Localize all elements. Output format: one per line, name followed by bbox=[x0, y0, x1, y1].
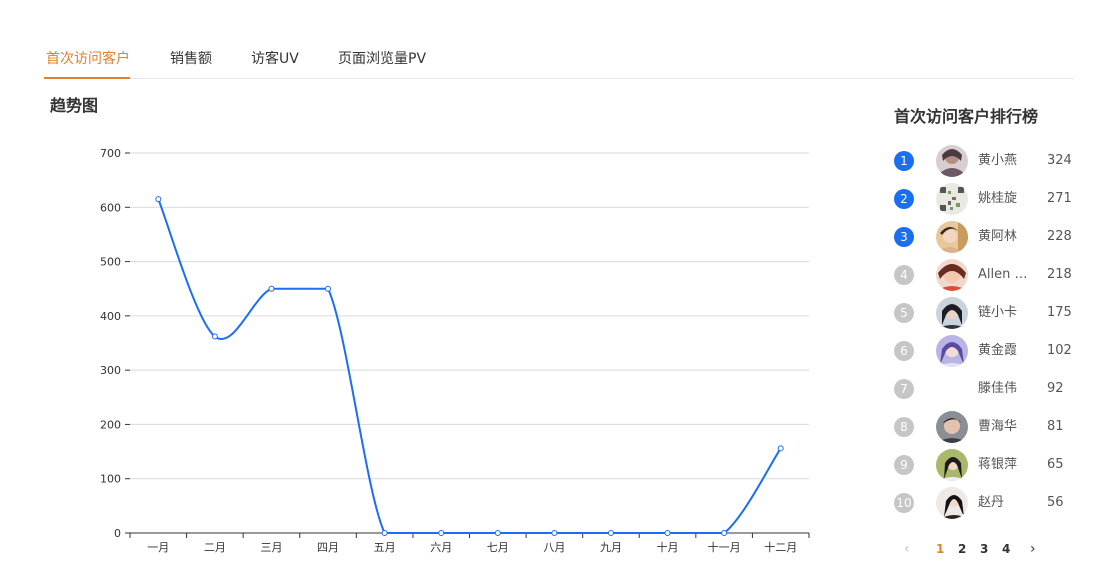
ranking-row[interactable]: 4 Allen … 218 bbox=[894, 256, 1084, 294]
data-point bbox=[211, 333, 218, 340]
visit-count: 175 bbox=[1047, 305, 1072, 320]
ranking-list: 1 黄小燕 324 2 姚桂旋 271 3 黄阿林 228 4 Allen … … bbox=[894, 142, 1084, 522]
avatar bbox=[936, 259, 968, 291]
x-tick-label: 九月 bbox=[600, 541, 622, 554]
customer-name: 黄小燕 bbox=[978, 153, 1018, 168]
page-3[interactable]: 3 bbox=[980, 541, 988, 557]
rank-number-badge: 10 bbox=[894, 493, 914, 513]
customer-name: 黄金霞 bbox=[978, 343, 1018, 358]
ranking-title: 首次访问客户排行榜 bbox=[894, 107, 1039, 126]
visit-count: 324 bbox=[1047, 153, 1072, 168]
rank-number-badge: 8 bbox=[894, 417, 914, 437]
data-point bbox=[721, 530, 728, 536]
ranking-row[interactable]: 3 黄阿林 228 bbox=[894, 218, 1084, 256]
data-point bbox=[494, 530, 501, 536]
x-tick-label: 一月 bbox=[147, 541, 169, 554]
visit-count: 56 bbox=[1047, 495, 1064, 510]
ranking-row[interactable]: 2 姚桂旋 271 bbox=[894, 180, 1084, 218]
visit-count: 92 bbox=[1047, 381, 1064, 396]
customer-name: 黄阿林 bbox=[978, 229, 1018, 244]
rank-number-badge: 5 bbox=[894, 303, 914, 323]
y-tick-label: 100 bbox=[100, 473, 121, 486]
y-tick-label: 400 bbox=[100, 310, 121, 323]
y-tick-label: 600 bbox=[100, 201, 121, 214]
avatar bbox=[936, 221, 968, 253]
customer-name: 链小卡 bbox=[978, 305, 1018, 320]
rank-number-badge: 6 bbox=[894, 341, 914, 361]
customer-name: 滕佳伟 bbox=[978, 381, 1018, 396]
data-point bbox=[268, 285, 275, 292]
ranking-row[interactable]: 7 滕佳伟 92 bbox=[894, 370, 1084, 408]
rank-number-badge: 7 bbox=[894, 379, 914, 399]
rank-number-badge: 1 bbox=[894, 151, 914, 171]
x-tick-label: 八月 bbox=[543, 541, 565, 554]
rank-number-badge: 2 bbox=[894, 189, 914, 209]
data-point bbox=[381, 530, 388, 536]
x-tick-label: 五月 bbox=[374, 541, 396, 554]
x-tick-label: 十二月 bbox=[764, 540, 797, 554]
data-point bbox=[155, 196, 162, 203]
next-page-icon[interactable]: › bbox=[1030, 541, 1036, 557]
rank-number-badge: 9 bbox=[894, 455, 914, 475]
avatar bbox=[936, 183, 968, 215]
data-point bbox=[325, 285, 332, 292]
data-point bbox=[438, 530, 445, 536]
avatar bbox=[936, 449, 968, 481]
visit-count: 81 bbox=[1047, 419, 1064, 434]
x-tick-label: 四月 bbox=[317, 541, 339, 554]
y-tick-label: 500 bbox=[100, 256, 121, 269]
prev-page-icon[interactable]: ‹ bbox=[904, 541, 910, 557]
y-tick-label: 700 bbox=[100, 147, 121, 160]
y-tick-label: 0 bbox=[114, 527, 121, 540]
rank-number-badge: 3 bbox=[894, 227, 914, 247]
trend-line-chart: 0 100 200 300 400 500 600 700 一月 二月 三月 四月 五月 六月 七月 八月 九月… bbox=[100, 147, 810, 554]
x-tick-label: 十一月 bbox=[708, 540, 741, 554]
avatar bbox=[936, 297, 968, 329]
data-point bbox=[607, 530, 614, 536]
x-tick-label: 十月 bbox=[657, 540, 679, 554]
customer-name: 姚桂旋 bbox=[978, 191, 1018, 206]
visit-count: 218 bbox=[1047, 267, 1072, 282]
page-1[interactable]: 1 bbox=[936, 541, 944, 557]
x-tick-label: 六月 bbox=[430, 541, 452, 554]
rank-number-badge: 4 bbox=[894, 265, 914, 285]
visit-count: 271 bbox=[1047, 191, 1072, 206]
data-point bbox=[551, 530, 558, 536]
visit-count: 65 bbox=[1047, 457, 1064, 472]
y-tick-label: 300 bbox=[100, 364, 121, 377]
y-tick-label: 200 bbox=[100, 418, 121, 431]
avatar bbox=[936, 487, 968, 519]
dashboard-card: 首次访问客户 销售额 访客UV 页面浏览量PV 趋势图 0 100 200 300 40… bbox=[0, 0, 1118, 587]
series-line bbox=[157, 198, 782, 534]
visit-count: 228 bbox=[1047, 229, 1072, 244]
customer-name: 蒋银萍 bbox=[978, 457, 1018, 472]
x-tick-label: 二月 bbox=[204, 541, 226, 554]
customer-name: 赵丹 bbox=[978, 495, 1005, 510]
avatar bbox=[936, 145, 968, 177]
ranking-row[interactable]: 10 赵丹 56 bbox=[894, 484, 1084, 522]
avatar bbox=[936, 335, 968, 367]
ranking-row[interactable]: 1 黄小燕 324 bbox=[894, 142, 1084, 180]
ranking-row[interactable]: 6 黄金霞 102 bbox=[894, 332, 1084, 370]
visit-count: 102 bbox=[1047, 343, 1072, 358]
ranking-row[interactable]: 8 曹海华 81 bbox=[894, 408, 1084, 446]
ranking-row[interactable]: 9 蒋银萍 65 bbox=[894, 446, 1084, 484]
x-tick-label: 三月 bbox=[260, 541, 282, 554]
customer-name: 曹海华 bbox=[978, 419, 1018, 434]
avatar bbox=[936, 411, 968, 443]
customer-name: Allen … bbox=[978, 267, 1028, 282]
x-tick-label: 七月 bbox=[487, 541, 509, 554]
page-4[interactable]: 4 bbox=[1002, 541, 1010, 557]
data-point bbox=[777, 445, 784, 452]
data-point bbox=[664, 530, 671, 536]
ranking-row[interactable]: 5 链小卡 175 bbox=[894, 294, 1084, 332]
page-2[interactable]: 2 bbox=[958, 541, 966, 557]
